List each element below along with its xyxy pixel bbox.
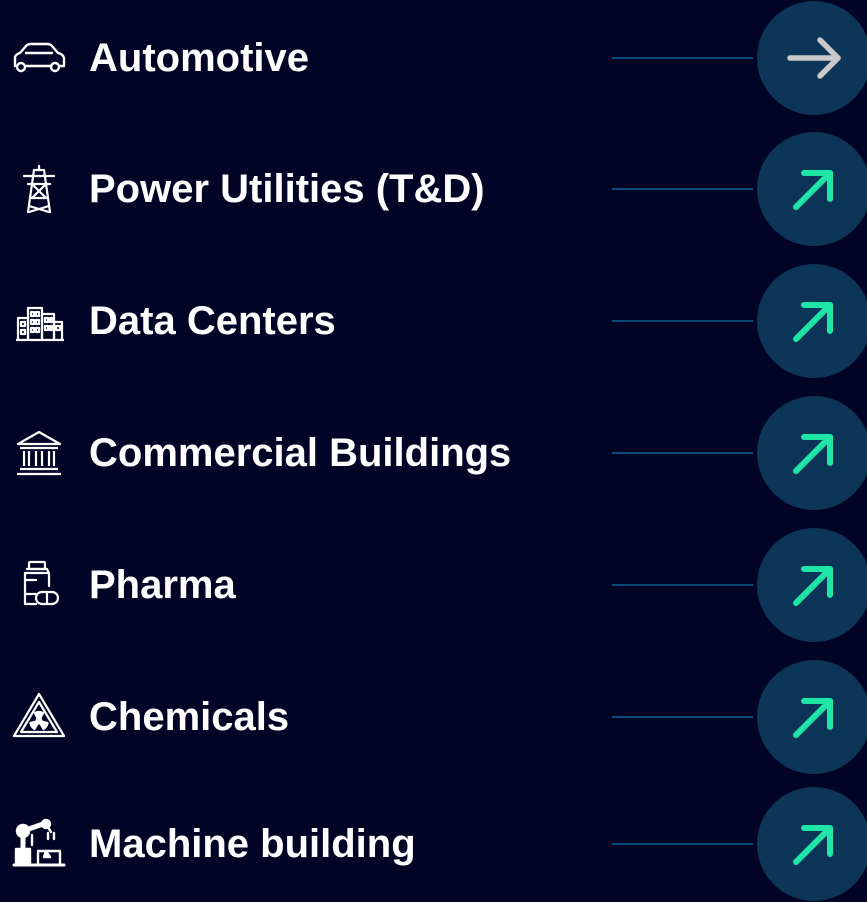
trend-button[interactable] <box>757 396 867 510</box>
industry-label: Commercial Buildings <box>89 431 512 475</box>
industry-row-chemicals: Chemicals <box>0 659 867 775</box>
up-right-arrow-icon <box>793 302 833 342</box>
hazard-triangle-icon <box>10 688 68 746</box>
industry-row-pharma: Pharma <box>0 527 867 643</box>
up-right-arrow-icon <box>793 698 833 738</box>
power-tower-icon <box>10 160 68 218</box>
connector-line <box>612 57 753 59</box>
car-icon <box>10 29 68 87</box>
industry-row-commercial-buildings: Commercial Buildings <box>0 395 867 511</box>
industry-row-data-centers: Data Centers <box>0 263 867 379</box>
industry-label: Pharma <box>89 563 236 607</box>
bank-icon <box>10 424 68 482</box>
up-right-arrow-icon <box>793 434 833 474</box>
up-right-arrow-icon <box>793 825 833 865</box>
trend-button[interactable] <box>757 660 867 774</box>
connector-line <box>612 584 753 586</box>
connector-line <box>612 188 753 190</box>
buildings-icon <box>10 292 68 350</box>
industry-row-automotive: Automotive <box>0 0 867 116</box>
industry-label: Machine building <box>89 822 416 866</box>
industry-row-machine-building: Machine building <box>0 786 867 902</box>
up-right-arrow-icon <box>793 170 833 210</box>
trend-button[interactable] <box>757 264 867 378</box>
connector-line <box>612 843 753 845</box>
robot-arm-icon <box>10 815 68 873</box>
connector-line <box>612 320 753 322</box>
trend-button[interactable] <box>757 787 867 901</box>
trend-button[interactable] <box>757 132 867 246</box>
industry-label: Automotive <box>89 36 309 80</box>
connector-line <box>612 716 753 718</box>
pill-bottle-icon <box>10 556 68 614</box>
industry-label: Power Utilities (T&D) <box>89 167 485 211</box>
up-right-arrow-icon <box>793 566 833 606</box>
trend-button[interactable] <box>757 528 867 642</box>
industry-label: Data Centers <box>89 299 336 343</box>
connector-line <box>612 452 753 454</box>
industry-row-power-utilities: Power Utilities (T&D) <box>0 131 867 247</box>
right-arrow-icon <box>787 37 841 79</box>
trend-button[interactable] <box>757 1 867 115</box>
industry-label: Chemicals <box>89 695 290 739</box>
